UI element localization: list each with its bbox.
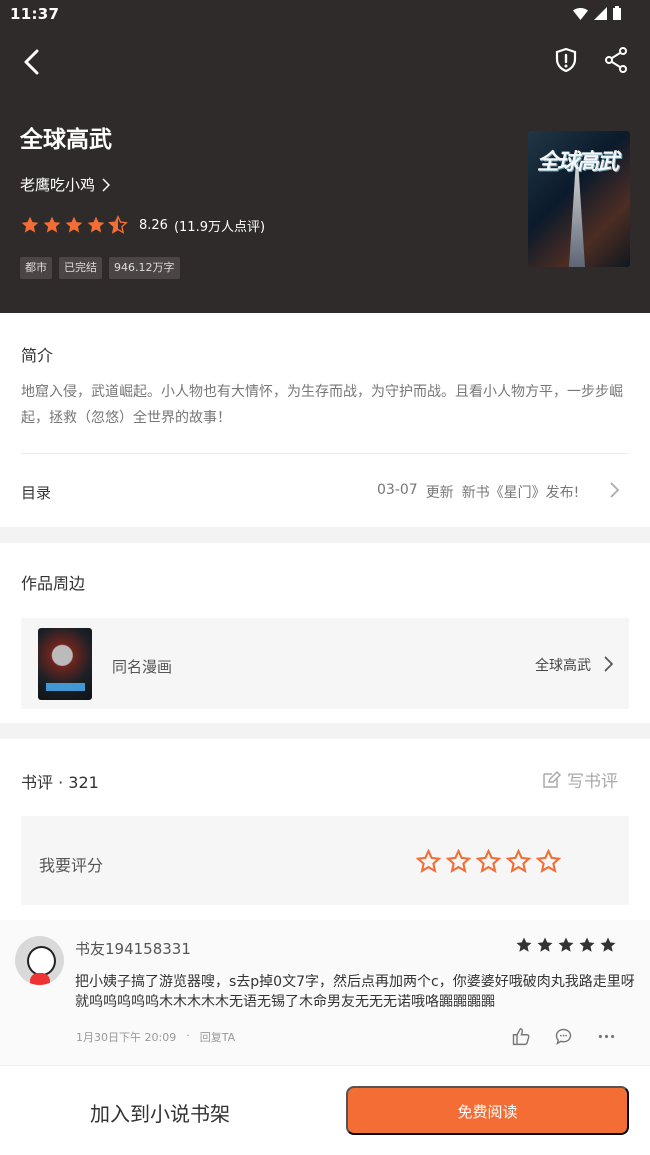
user-avatar[interactable] bbox=[15, 936, 64, 985]
rate-label: 我要评分 bbox=[39, 856, 104, 875]
intro-title: 简介 bbox=[21, 346, 54, 365]
book-detail-screen: 11:37 全球高武 老鹰吃小鸡 8.26 (11.9万人点评) 都市 已完结 … bbox=[0, 0, 650, 1155]
catalog-update: 03-07 更新 新书《星门》发布! bbox=[377, 482, 579, 502]
signal-icon bbox=[594, 6, 607, 20]
review-date: 1月30日下午 20:09 bbox=[76, 1031, 177, 1044]
rate-box: 我要评分 bbox=[21, 816, 629, 905]
edit-icon bbox=[543, 770, 561, 788]
rating-count: (11.9万人点评) bbox=[173, 219, 266, 235]
star-icon bbox=[43, 216, 61, 233]
intro-text: 地窟入侵，武道崛起。小人物也有大情怀，为生存而战，为守护而战。且看小人物方平，一… bbox=[21, 384, 623, 426]
review-star-rating bbox=[515, 936, 617, 954]
share-icon[interactable] bbox=[602, 46, 630, 74]
book-rating: 8.26 (11.9万人点评) bbox=[20, 215, 265, 235]
chevron-right-icon bbox=[604, 656, 614, 672]
author-link[interactable]: 老鹰吃小鸡 bbox=[20, 174, 111, 195]
comic-thumbnail bbox=[38, 628, 92, 700]
latest-chapter: 新书《星门》发布! bbox=[461, 485, 580, 501]
catalog-label: 目录 bbox=[21, 484, 52, 502]
review-actions bbox=[510, 1026, 617, 1047]
book-tag: 已完结 bbox=[59, 257, 102, 279]
review-meta: 1月30日下午 20:09 · 回复TA bbox=[76, 1029, 235, 1045]
works-around-title: 作品周边 bbox=[21, 574, 86, 593]
book-header: 11:37 全球高武 老鹰吃小鸡 8.26 (11.9万人点评) 都市 已完结 … bbox=[0, 0, 650, 313]
review-user[interactable]: 书友194158331 bbox=[75, 938, 191, 959]
battery-icon bbox=[613, 6, 621, 20]
star-icon bbox=[516, 937, 532, 952]
star-outline-icon[interactable] bbox=[506, 849, 531, 874]
section-divider bbox=[21, 453, 629, 454]
star-icon bbox=[65, 216, 83, 233]
update-date: 03-07 bbox=[377, 482, 418, 498]
comic-label: 同名漫画 bbox=[112, 658, 173, 676]
reviews-title: 书评 · 321 bbox=[21, 773, 99, 792]
comment-icon[interactable] bbox=[553, 1026, 574, 1047]
free-read-button[interactable]: 免费阅读 bbox=[346, 1086, 629, 1135]
rating-score: 8.26 bbox=[139, 217, 168, 233]
book-title: 全球高武 bbox=[20, 127, 112, 153]
book-tag: 946.12万字 bbox=[109, 257, 180, 279]
rating-input[interactable] bbox=[416, 849, 561, 874]
star-icon bbox=[537, 937, 553, 952]
chevron-right-icon bbox=[102, 177, 111, 192]
back-icon[interactable] bbox=[18, 47, 48, 77]
report-shield-icon[interactable] bbox=[552, 46, 580, 74]
add-to-shelf-button[interactable]: 加入到小说书架 bbox=[90, 1098, 230, 1127]
review-item: 书友194158331 把小姨子搞了游览器嗖，s去p掉0文7字，然后点再加两个c… bbox=[0, 920, 650, 1065]
status-icons bbox=[572, 5, 622, 21]
write-review-label: 写书评 bbox=[567, 772, 618, 792]
update-label: 更新 bbox=[425, 485, 454, 501]
star-icon bbox=[600, 937, 616, 952]
meta-separator: · bbox=[186, 1029, 190, 1042]
status-time: 11:37 bbox=[10, 5, 60, 23]
star-icon bbox=[21, 216, 39, 233]
status-bar: 11:37 bbox=[0, 0, 650, 28]
thumbs-up-icon[interactable] bbox=[510, 1026, 531, 1047]
more-options-icon[interactable] bbox=[596, 1026, 617, 1047]
write-review-button[interactable]: 写书评 bbox=[542, 767, 618, 792]
wifi-icon bbox=[573, 7, 588, 20]
chevron-right-icon bbox=[610, 482, 620, 498]
star-icon bbox=[558, 937, 574, 952]
bottom-action-bar: 加入到小说书架 免费阅读 bbox=[0, 1065, 650, 1155]
comic-title: 全球高武 bbox=[535, 658, 591, 674]
star-outline-icon[interactable] bbox=[476, 849, 501, 874]
reply-link[interactable]: 回复TA bbox=[200, 1029, 235, 1045]
star-outline-icon[interactable] bbox=[446, 849, 471, 874]
book-tag: 都市 bbox=[20, 257, 52, 279]
cover-title: 全球高武 bbox=[537, 150, 619, 175]
review-text: 把小姨子搞了游览器嗖，s去p掉0文7字，然后点再加两个c，你婆婆好哦破肉丸我路走… bbox=[75, 974, 635, 1010]
star-outline-icon[interactable] bbox=[536, 849, 561, 874]
star-icon bbox=[579, 937, 595, 952]
half-star-icon bbox=[108, 215, 128, 234]
star-outline-icon[interactable] bbox=[416, 849, 441, 874]
author-name: 老鹰吃小鸡 bbox=[20, 176, 96, 194]
comic-card[interactable]: 同名漫画 全球高武 bbox=[21, 618, 629, 709]
book-cover[interactable]: 全球高武 bbox=[528, 131, 630, 267]
book-tags: 都市 已完结 946.12万字 bbox=[20, 257, 180, 279]
star-icon bbox=[87, 216, 105, 233]
